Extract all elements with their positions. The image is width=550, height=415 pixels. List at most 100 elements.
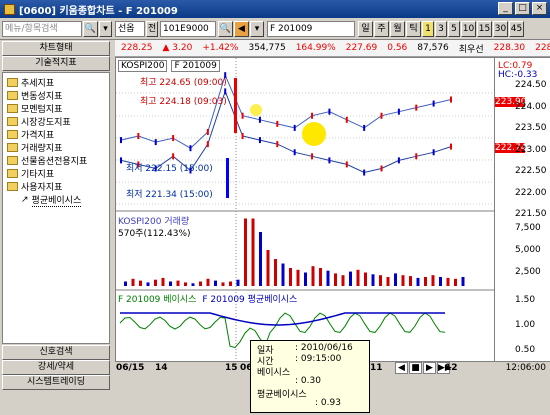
period-button[interactable]: 30 [493,21,508,37]
rewind-button[interactable]: ◀ [395,362,408,374]
volume-bar [319,268,322,286]
chart-area[interactable]: KOSPI200 F 201009 최고 224.65 (09:00) 최고 2… [115,57,495,362]
app-icon [4,3,15,15]
close-button[interactable]: × [532,2,547,15]
volume-bar [206,278,210,286]
chevron-down-icon[interactable]: ▾ [99,21,112,37]
menu-search-input[interactable]: 메뉴/항목검색 [2,21,82,37]
strength-button[interactable]: 강세/약세 [2,360,110,375]
ask: 228.35 [535,43,550,53]
volume-rate: 164.99% [295,43,336,53]
annotation-high2: 최고 224.18 (09:03) [140,97,227,107]
period-button[interactable]: 1 [422,21,434,37]
data-tooltip: 일자 : 2010/06/16 시간 : 09:15:00 베이시스 : 0.3… [250,340,370,413]
volume-bar [386,277,390,286]
period-button[interactable]: 5 [448,21,460,37]
volume-bar [124,281,127,286]
spike-mark [234,78,237,133]
dropdown-icon[interactable]: ▾ [250,21,264,37]
spike-mark [226,158,229,198]
volume-bar [304,272,307,286]
volume-bar [251,218,255,286]
volume-bar [259,232,262,286]
basis-label: F 201009 베이시스 [118,295,197,305]
hc-label: HC:-0.33 [498,70,538,80]
search-code-icon[interactable]: 🔍 [218,21,233,37]
maximize-button[interactable]: □ [515,2,530,15]
speaker-icon[interactable]: ◀ [234,21,249,37]
minimize-button[interactable]: _ [498,2,513,15]
search-icon[interactable]: 🔍 [83,21,98,37]
tree-item[interactable]: 모멘텀지표 [7,102,62,115]
tab-all[interactable]: 전 [146,21,158,37]
period-button[interactable]: 일 [358,21,373,37]
tree-item[interactable]: 선물옵션전용지표 [7,154,87,167]
tree-item-label: 선물옵션전용지표 [21,157,88,167]
code-input[interactable]: 101E9000 [160,21,216,37]
tree-item[interactable]: 시장강도지표 [7,115,71,128]
price-tick: 221.50 [515,209,547,219]
tree-item[interactable]: 기타지표 [7,167,54,180]
x-tick: 14 [155,363,168,373]
tree-item-label: 평균베이시스 [31,193,82,207]
tree-item-label: 시장강도지표 [21,118,71,128]
volume-bar [266,250,270,286]
volume-bar [401,275,405,286]
price: 228.25 [121,43,153,53]
chart-type-button[interactable]: 차트형태 [2,41,110,56]
volume-bar [229,281,232,286]
period-button[interactable]: 주 [374,21,389,37]
toolbar: 메뉴/항목검색 🔍 ▾ 선옵 전 101E9000 🔍 ◀ ▾ F 201009… [0,18,550,40]
tree-item[interactable]: 추세지표 [7,76,54,89]
period-button[interactable]: 15 [477,21,492,37]
window-title: [0600] 키움종합차트 - F 201009 [19,5,178,17]
price-tick: 222.50 [515,166,547,176]
tree-item[interactable]: 변동성지표 [7,89,62,102]
tree-item-label: 가격지표 [21,131,55,141]
mode-select[interactable]: 선옵 [115,21,145,37]
period-button[interactable]: 월 [390,21,405,37]
volume-tick: 2,500 [515,267,541,277]
period-button[interactable]: 45 [509,21,524,37]
signal-search-button[interactable]: 신호검색 [2,345,110,360]
volume-bar [289,268,292,286]
annotation-high1: 최고 224.65 (09:00) [140,78,227,88]
time-label: 12:06:00 [505,363,546,373]
price-tick: 224.00 [515,101,547,112]
volume-bar [341,275,345,286]
folder-icon [7,117,18,126]
folder-icon [7,143,18,152]
rate: +1.42% [202,43,239,53]
basis-tick: 0.50 [515,345,536,355]
tree-item[interactable]: 사용자지표 [7,180,62,193]
folder-icon [7,104,18,113]
title-bar: [0600] 키움종합차트 - F 201009 _ □ × [0,0,550,18]
period-button[interactable]: 틱 [406,21,421,37]
x-tick: 11 [370,363,383,373]
volume-bar [364,272,367,286]
volume-bar [154,279,157,286]
volume-bar [439,277,442,286]
x-tick: 15 [225,363,238,373]
period-button[interactable]: 3 [435,21,447,37]
volume-bar [334,273,337,286]
tree-item[interactable]: 가격지표 [7,128,54,141]
folder-icon [7,130,18,139]
tree-item[interactable]: 거래량지표 [7,141,62,154]
period-button[interactable]: 10 [461,21,476,37]
play-button[interactable]: ▶ [423,362,436,374]
folder-icon [7,156,18,165]
price-tick: 222.00 [515,187,547,198]
volume-bar [281,263,285,286]
tree-item[interactable]: ↗ 평균베이시스 [21,193,82,207]
line-chart-icon: ↗ [21,194,29,205]
system-trading-button[interactable]: 시스템트레이딩 [2,375,110,390]
volume-bar [424,277,427,286]
volume-bar [349,271,352,286]
volume-bar [221,282,225,286]
tech-indicator-button[interactable]: 기술적지표 [2,56,110,71]
stop-button[interactable]: ■ [409,362,422,374]
volume-bar [356,269,360,286]
volume-bar [139,280,142,286]
folder-icon [7,182,18,191]
